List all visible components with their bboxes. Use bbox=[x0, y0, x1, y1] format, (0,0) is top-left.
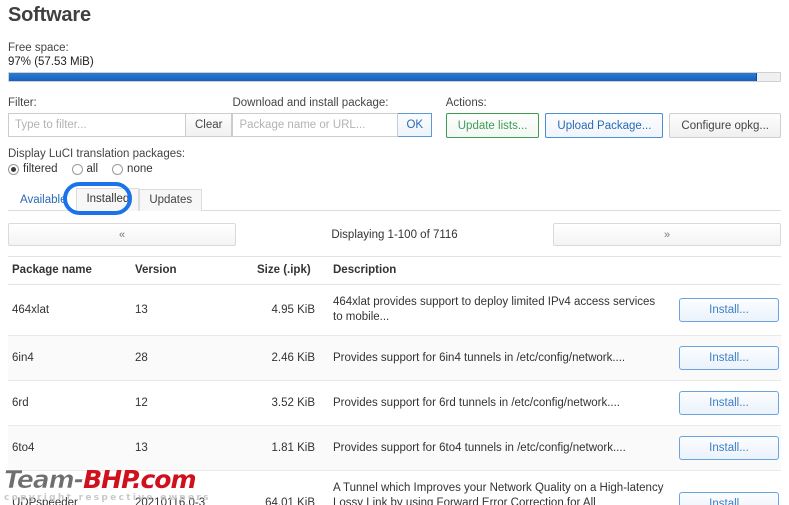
pagination-next-button[interactable]: » bbox=[553, 223, 781, 246]
cell-action: Install... bbox=[669, 380, 781, 426]
table-row: 6in4 28 2.46 KiB Provides support for 6i… bbox=[8, 335, 781, 381]
column-header-size: Size (.ipk) bbox=[253, 256, 329, 285]
cell-version: 28 bbox=[131, 335, 253, 381]
filter-label: Filter: bbox=[8, 97, 37, 109]
column-header-actions bbox=[669, 256, 781, 285]
cell-package-name: 6in4 bbox=[8, 335, 131, 381]
download-input-group: OK bbox=[232, 113, 445, 137]
update-lists-button[interactable]: Update lists... bbox=[445, 113, 540, 138]
tab-updates[interactable]: Updates bbox=[139, 189, 203, 211]
free-space-section: Free space: 97% (57.53 MiB) bbox=[8, 41, 781, 82]
packages-table-body: 464xlat 13 4.95 KiB 464xlat provides sup… bbox=[8, 284, 781, 505]
cell-size: 1.81 KiB bbox=[253, 425, 329, 471]
pagination-row: « Displaying 1-100 of 7116 » bbox=[8, 223, 781, 246]
cell-action: Install... bbox=[669, 425, 781, 471]
column-header-package-name: Package name bbox=[8, 256, 131, 285]
install-button[interactable]: Install... bbox=[679, 491, 779, 505]
radio-all[interactable]: all bbox=[71, 163, 99, 175]
radio-none-label: none bbox=[127, 163, 153, 175]
cell-description: Provides support for 6in4 tunnels in /et… bbox=[329, 335, 669, 381]
configure-opkg-button[interactable]: Configure opkg... bbox=[669, 113, 781, 138]
tab-installed[interactable]: Installed bbox=[76, 188, 140, 211]
radio-filtered[interactable]: filtered bbox=[8, 163, 58, 175]
filter-clear-button[interactable]: Clear bbox=[186, 113, 233, 137]
pagination-prev-button[interactable]: « bbox=[8, 223, 236, 246]
install-button[interactable]: Install... bbox=[679, 391, 779, 415]
table-row: 6to4 13 1.81 KiB Provides support for 6t… bbox=[8, 425, 781, 471]
free-space-progress-bar bbox=[8, 72, 781, 82]
download-ok-button[interactable]: OK bbox=[398, 113, 433, 137]
cell-version: 20210116.0-3 bbox=[131, 470, 253, 505]
cell-package-name: 6to4 bbox=[8, 425, 131, 471]
filter-section: Filter: Clear bbox=[8, 96, 233, 137]
upload-package-button[interactable]: Upload Package... bbox=[545, 113, 664, 138]
cell-size: 3.52 KiB bbox=[253, 380, 329, 426]
tab-available[interactable]: Available bbox=[10, 189, 76, 211]
column-header-version: Version bbox=[131, 256, 253, 285]
cell-version: 13 bbox=[131, 284, 253, 336]
radio-filtered-label: filtered bbox=[23, 163, 58, 175]
free-space-progress-fill bbox=[9, 73, 757, 81]
cell-action: Install... bbox=[669, 470, 781, 505]
cell-version: 12 bbox=[131, 380, 253, 426]
packages-table: Package name Version Size (.ipk) Descrip… bbox=[8, 256, 781, 505]
cell-package-name: 464xlat bbox=[8, 284, 131, 336]
pagination-info: Displaying 1-100 of 7116 bbox=[331, 228, 458, 241]
free-space-label: Free space: bbox=[8, 42, 69, 54]
package-tabs: Available Installed Updates bbox=[8, 182, 781, 215]
table-row: 6rd 12 3.52 KiB Provides support for 6rd… bbox=[8, 380, 781, 426]
radio-none-dot-icon[interactable] bbox=[112, 163, 124, 175]
cell-package-name: 6rd bbox=[8, 380, 131, 426]
table-row: 464xlat 13 4.95 KiB 464xlat provides sup… bbox=[8, 284, 781, 336]
radio-all-dot-icon[interactable] bbox=[71, 163, 83, 175]
install-button[interactable]: Install... bbox=[679, 298, 779, 322]
install-button[interactable]: Install... bbox=[679, 346, 779, 370]
translation-radio-group: filtered all none bbox=[8, 163, 781, 175]
download-section: Download and install package: OK bbox=[232, 96, 445, 137]
controls-row: Filter: Clear Download and install packa… bbox=[8, 96, 781, 138]
radio-none[interactable]: none bbox=[112, 163, 153, 175]
install-button[interactable]: Install... bbox=[679, 436, 779, 460]
packages-table-head: Package name Version Size (.ipk) Descrip… bbox=[8, 256, 781, 285]
cell-action: Install... bbox=[669, 284, 781, 336]
software-page: Software Free space: 97% (57.53 MiB) Fil… bbox=[0, 0, 789, 505]
actions-label: Actions: bbox=[445, 97, 487, 109]
cell-description: 464xlat provides support to deploy limit… bbox=[329, 284, 669, 336]
table-row: UDPspeeder 20210116.0-3 64.01 KiB A Tunn… bbox=[8, 470, 781, 505]
column-header-description: Description bbox=[329, 256, 669, 285]
cell-size: 4.95 KiB bbox=[253, 284, 329, 336]
translation-packages-section: Display LuCI translation packages: filte… bbox=[8, 147, 781, 175]
radio-all-label: all bbox=[86, 163, 99, 175]
page-title: Software bbox=[8, 4, 91, 26]
filter-input[interactable] bbox=[8, 113, 186, 137]
actions-section: Actions: Update lists... Upload Package.… bbox=[445, 96, 781, 138]
cell-package-name: UDPspeeder bbox=[8, 470, 131, 505]
download-package-input[interactable] bbox=[232, 113, 399, 137]
cell-description: Provides support for 6rd tunnels in /etc… bbox=[329, 380, 669, 426]
cell-size: 2.46 KiB bbox=[253, 335, 329, 381]
actions-button-group: Update lists... Upload Package... Config… bbox=[445, 113, 781, 138]
cell-description: A Tunnel which Improves your Network Qua… bbox=[329, 470, 669, 505]
table-header-row: Package name Version Size (.ipk) Descrip… bbox=[8, 256, 781, 285]
cell-action: Install... bbox=[669, 335, 781, 381]
radio-filtered-dot-icon[interactable] bbox=[8, 163, 19, 175]
free-space-value: 97% (57.53 MiB) bbox=[8, 56, 94, 68]
cell-description: Provides support for 6to4 tunnels in /et… bbox=[329, 425, 669, 471]
download-label: Download and install package: bbox=[232, 97, 389, 109]
filter-input-group: Clear bbox=[8, 113, 233, 137]
translation-packages-label: Display LuCI translation packages: bbox=[8, 148, 186, 160]
cell-size: 64.01 KiB bbox=[253, 470, 329, 505]
cell-version: 13 bbox=[131, 425, 253, 471]
